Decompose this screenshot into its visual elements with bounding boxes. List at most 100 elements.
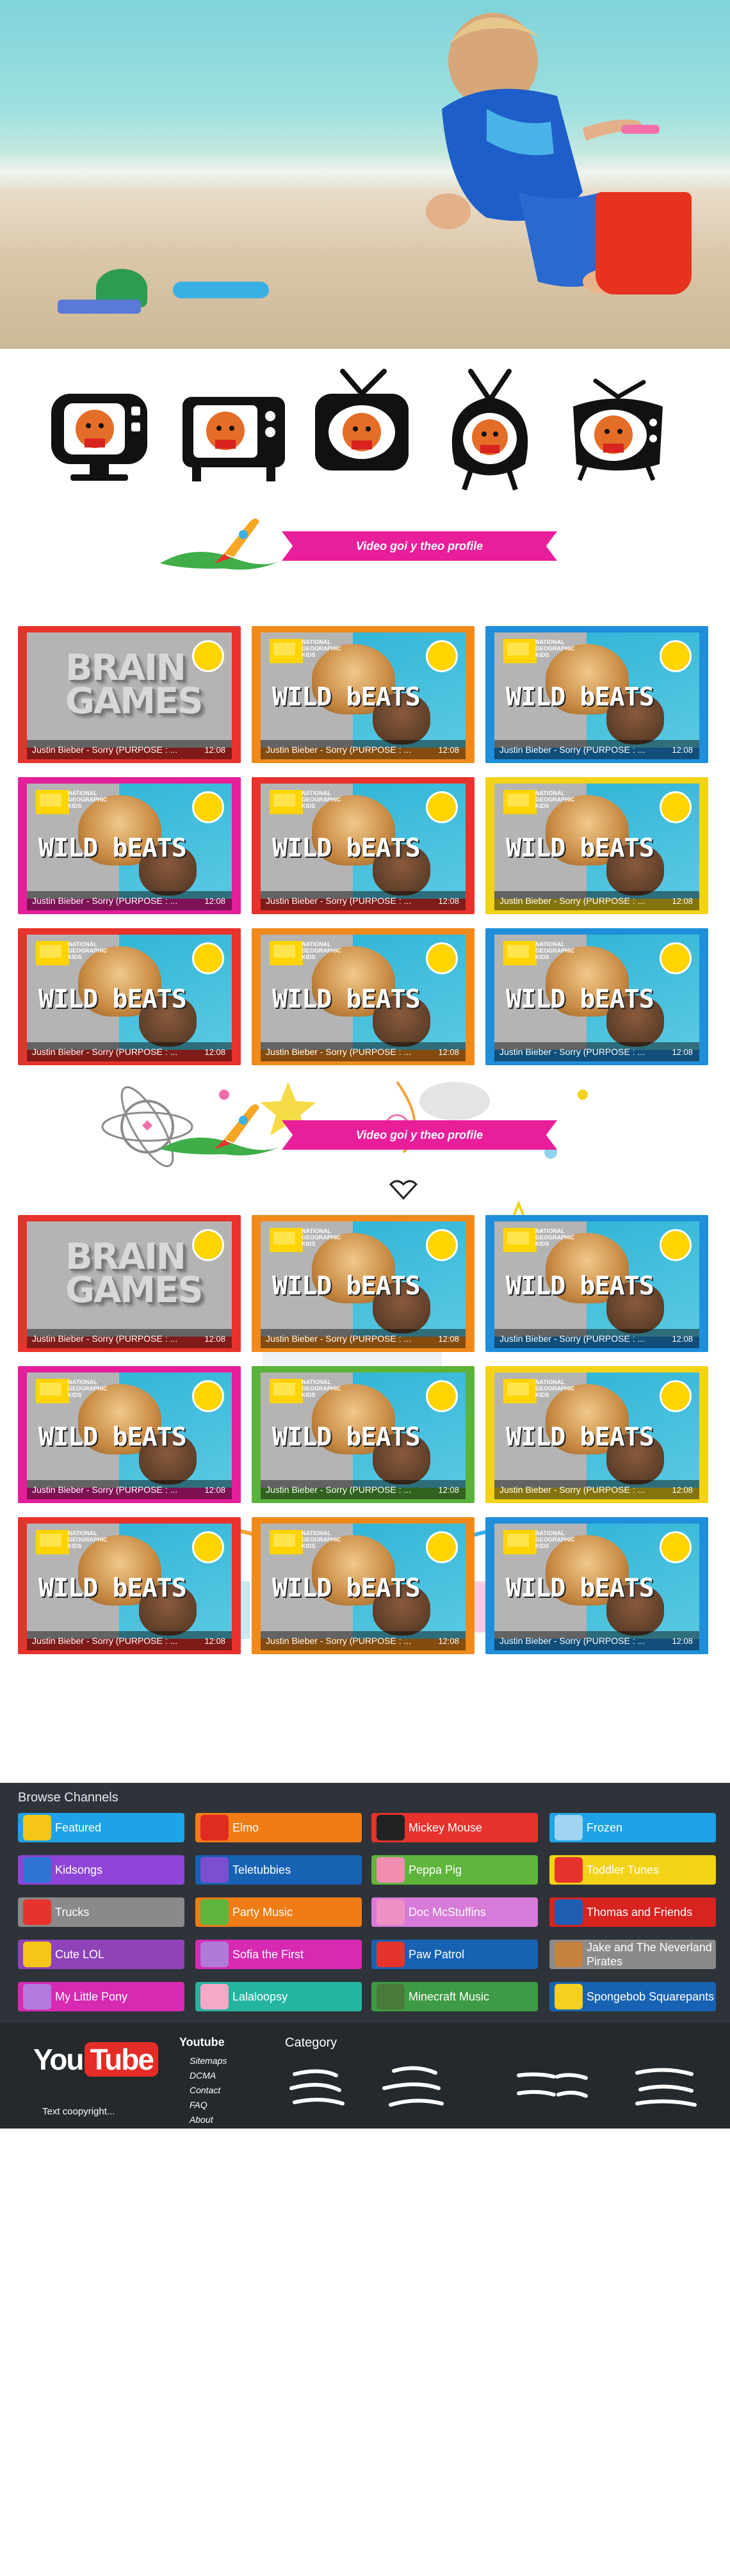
thumbnail-logo-text: WILD bEATS: [272, 1271, 421, 1301]
tv-daniel-tiger-icon[interactable]: [45, 368, 154, 496]
video-thumbnail[interactable]: NATIONAL GEOGRAPHIC KIDS WILD bEATS: [27, 784, 232, 899]
footer-link-contact[interactable]: Contact: [190, 2083, 227, 2098]
channel-button[interactable]: Party Music: [195, 1897, 362, 1927]
video-duration: 12:08: [672, 1485, 693, 1495]
video-thumbnail[interactable]: NATIONAL GEOGRAPHIC KIDS WILD bEATS: [494, 935, 699, 1050]
video-title[interactable]: Justin Bieber - Sorry (PURPOSE : ...: [261, 896, 438, 906]
video-title[interactable]: Justin Bieber - Sorry (PURPOSE : ...: [261, 1047, 438, 1057]
channel-button[interactable]: Teletubbies: [195, 1855, 362, 1885]
video-info-bar: Justin Bieber - Sorry (PURPOSE : ... 12:0…: [494, 1631, 699, 1650]
video-thumbnail[interactable]: NATIONAL GEOGRAPHIC KIDS WILD bEATS: [494, 784, 699, 899]
channel-button[interactable]: My Little Pony: [18, 1982, 184, 2011]
video-title[interactable]: Justin Bieber - Sorry (PURPOSE : ...: [494, 1333, 672, 1344]
video-title[interactable]: Justin Bieber - Sorry (PURPOSE : ...: [494, 1047, 672, 1057]
video-card[interactable]: NATIONAL GEOGRAPHIC KIDS WILD bEATS Justin…: [485, 1366, 708, 1503]
video-card[interactable]: NATIONAL GEOGRAPHIC KIDS WILD bEATS Justin…: [252, 928, 474, 1065]
video-info-bar: Justin Bieber - Sorry (PURPOSE : ... 12:0…: [261, 891, 466, 910]
tv-daniel-tiger-icon[interactable]: [307, 368, 416, 496]
channel-button[interactable]: Mickey Mouse: [371, 1813, 538, 1842]
video-card[interactable]: NATIONAL GEOGRAPHIC KIDS WILD bEATS Justin…: [485, 777, 708, 914]
natgeo-logo-icon: [503, 1530, 537, 1554]
video-card[interactable]: NATIONAL GEOGRAPHIC KIDS WILD bEATS Justin…: [485, 1517, 708, 1654]
tv-daniel-tiger-icon[interactable]: [179, 368, 288, 496]
video-thumbnail[interactable]: NATIONAL GEOGRAPHIC KIDS WILD bEATS: [494, 1524, 699, 1639]
video-title[interactable]: Justin Bieber - Sorry (PURPOSE : ...: [494, 1485, 672, 1495]
video-card[interactable]: NATIONAL GEOGRAPHIC KIDS WILD bEATS Justin…: [252, 1366, 474, 1503]
video-thumbnail[interactable]: NATIONAL GEOGRAPHIC KIDS WILD bEATS: [494, 632, 699, 748]
footer-link-about[interactable]: About: [190, 2113, 227, 2127]
channel-label: Lalaloopsy: [232, 1990, 288, 2003]
video-title[interactable]: Justin Bieber - Sorry (PURPOSE : ...: [27, 1636, 204, 1646]
video-card[interactable]: NATIONAL GEOGRAPHIC KIDS WILD bEATS Justin…: [18, 1517, 241, 1654]
footer-link-sitemaps[interactable]: Sitemaps: [190, 2054, 227, 2068]
section-header-2: Video goi y theo profile: [147, 1101, 557, 1159]
tv-daniel-tiger-icon[interactable]: [435, 368, 544, 496]
video-thumbnail[interactable]: NATIONAL GEOGRAPHIC KIDS WILD bEATS: [261, 1221, 466, 1337]
video-duration: 12:08: [204, 1636, 225, 1646]
channel-button[interactable]: Spongebob Squarepants: [549, 1982, 716, 2011]
video-info-bar: Justin Bieber - Sorry (PURPOSE : ... 12:0…: [494, 1480, 699, 1499]
tv-daniel-tiger-icon[interactable]: [564, 368, 672, 496]
video-card[interactable]: BRAIN GAMES Justin Bieber - Sorry (PURPOS…: [18, 1215, 241, 1352]
channel-button[interactable]: Cute LOL: [18, 1940, 184, 1969]
video-title[interactable]: Justin Bieber - Sorry (PURPOSE : ...: [261, 745, 438, 755]
video-title[interactable]: Justin Bieber - Sorry (PURPOSE : ...: [494, 896, 672, 906]
video-card[interactable]: NATIONAL GEOGRAPHIC KIDS WILD bEATS Justin…: [252, 1517, 474, 1654]
natgeo-logo-text: NATIONAL GEOGRAPHIC KIDS: [302, 790, 341, 809]
channel-button[interactable]: Jake and The Neverland Pirates: [549, 1940, 716, 1969]
video-card[interactable]: NATIONAL GEOGRAPHIC KIDS WILD bEATS Justin…: [18, 1366, 241, 1503]
video-card[interactable]: NATIONAL GEOGRAPHIC KIDS WILD bEATS Justin…: [252, 777, 474, 914]
video-title[interactable]: Justin Bieber - Sorry (PURPOSE : ...: [27, 1485, 204, 1495]
video-thumbnail[interactable]: NATIONAL GEOGRAPHIC KIDS WILD bEATS: [494, 1373, 699, 1488]
video-card[interactable]: NATIONAL GEOGRAPHIC KIDS WILD bEATS Justin…: [18, 777, 241, 914]
channel-button[interactable]: Thomas and Friends: [549, 1897, 716, 1927]
video-thumbnail[interactable]: NATIONAL GEOGRAPHIC KIDS WILD bEATS: [261, 632, 466, 748]
video-thumbnail[interactable]: NATIONAL GEOGRAPHIC KIDS WILD bEATS: [27, 1373, 232, 1488]
video-title[interactable]: Justin Bieber - Sorry (PURPOSE : ...: [494, 745, 672, 755]
video-card[interactable]: NATIONAL GEOGRAPHIC KIDS WILD bEATS Justin…: [252, 1215, 474, 1352]
video-card[interactable]: NATIONAL GEOGRAPHIC KIDS WILD bEATS Justin…: [485, 928, 708, 1065]
video-card[interactable]: NATIONAL GEOGRAPHIC KIDS WILD bEATS Justin…: [485, 626, 708, 763]
video-card[interactable]: NATIONAL GEOGRAPHIC KIDS WILD bEATS Justin…: [252, 626, 474, 763]
channel-button[interactable]: Elmo: [195, 1813, 362, 1842]
channel-button[interactable]: Toddler Tunes: [549, 1855, 716, 1885]
video-title[interactable]: Justin Bieber - Sorry (PURPOSE : ...: [27, 896, 204, 906]
channel-badge-icon: [660, 942, 692, 974]
channel-button[interactable]: Featured: [18, 1813, 184, 1842]
youtube-logo[interactable]: You Tube: [33, 2042, 158, 2077]
video-thumbnail[interactable]: NATIONAL GEOGRAPHIC KIDS WILD bEATS: [27, 1524, 232, 1639]
video-card[interactable]: BRAIN GAMES Justin Bieber - Sorry (PURPOS…: [18, 626, 241, 763]
video-thumbnail[interactable]: NATIONAL GEOGRAPHIC KIDS WILD bEATS: [261, 1524, 466, 1639]
video-card[interactable]: NATIONAL GEOGRAPHIC KIDS WILD bEATS Justin…: [485, 1215, 708, 1352]
channel-button[interactable]: Paw Patrol: [371, 1940, 538, 1969]
teletubbies-icon: [200, 1857, 229, 1883]
channel-button[interactable]: Sofia the First: [195, 1940, 362, 1969]
video-card[interactable]: NATIONAL GEOGRAPHIC KIDS WILD bEATS Justin…: [18, 928, 241, 1065]
video-title[interactable]: Justin Bieber - Sorry (PURPOSE : ...: [494, 1636, 672, 1646]
video-title[interactable]: Justin Bieber - Sorry (PURPOSE : ...: [261, 1636, 438, 1646]
video-title[interactable]: Justin Bieber - Sorry (PURPOSE : ...: [27, 745, 204, 755]
video-thumbnail[interactable]: NATIONAL GEOGRAPHIC KIDS WILD bEATS: [27, 935, 232, 1050]
channel-button[interactable]: Kidsongs: [18, 1855, 184, 1885]
video-title[interactable]: Justin Bieber - Sorry (PURPOSE : ...: [27, 1047, 204, 1057]
footer-link-faq[interactable]: FAQ: [190, 2098, 227, 2113]
channel-button[interactable]: Trucks: [18, 1897, 184, 1927]
video-thumbnail[interactable]: BRAIN GAMES: [27, 632, 232, 748]
channel-button[interactable]: Lalaloopsy: [195, 1982, 362, 2011]
video-thumbnail[interactable]: NATIONAL GEOGRAPHIC KIDS WILD bEATS: [261, 935, 466, 1050]
video-title[interactable]: Justin Bieber - Sorry (PURPOSE : ...: [261, 1333, 438, 1344]
video-title[interactable]: Justin Bieber - Sorry (PURPOSE : ...: [261, 1485, 438, 1495]
footer-link-dcma[interactable]: DCMA: [190, 2068, 227, 2083]
blue-shovel-image: [173, 282, 269, 298]
channel-button[interactable]: Peppa Pig: [371, 1855, 538, 1885]
channel-button[interactable]: Frozen: [549, 1813, 716, 1842]
channel-button[interactable]: Doc McStuffins: [371, 1897, 538, 1927]
channel-label: Toddler Tunes: [587, 1864, 660, 1876]
video-thumbnail[interactable]: NATIONAL GEOGRAPHIC KIDS WILD bEATS: [261, 784, 466, 899]
video-thumbnail[interactable]: NATIONAL GEOGRAPHIC KIDS WILD bEATS: [261, 1373, 466, 1488]
video-thumbnail[interactable]: BRAIN GAMES: [27, 1221, 232, 1337]
channel-badge-icon: [660, 1229, 692, 1261]
channel-button[interactable]: Minecraft Music: [371, 1982, 538, 2011]
video-title[interactable]: Justin Bieber - Sorry (PURPOSE : ...: [27, 1333, 204, 1344]
video-thumbnail[interactable]: NATIONAL GEOGRAPHIC KIDS WILD bEATS: [494, 1221, 699, 1337]
